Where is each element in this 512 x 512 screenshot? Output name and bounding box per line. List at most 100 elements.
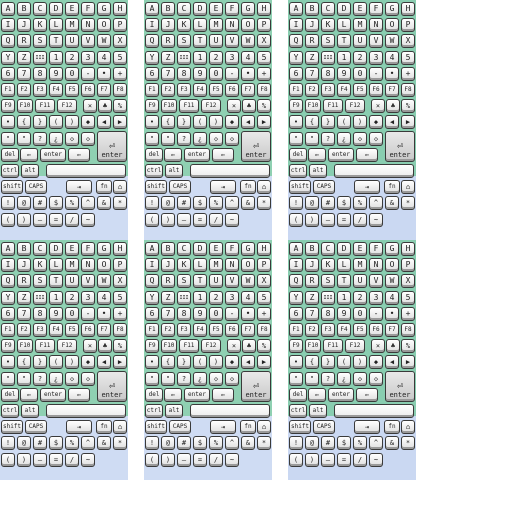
key-brackets-arrows-7[interactable]: ▶ [257,355,271,369]
key-bottom-symbols-2[interactable]: — [177,453,191,467]
key-letters-i-p-0[interactable]: I [1,18,15,32]
key-function-f9-f12-symbols-5[interactable]: ♣ [242,99,256,113]
key-letters-y-z-digits-4[interactable]: 2 [65,51,79,65]
key-letters-q-x-3[interactable]: T [193,274,207,288]
key-digits-symbols-1[interactable]: 7 [17,307,31,321]
key-digits-symbols-3[interactable]: 9 [193,307,207,321]
key-digits-symbols-3[interactable]: 9 [337,307,351,321]
key-letters-a-h-4[interactable]: E [65,242,79,256]
key-brackets-arrows-0[interactable]: • [145,115,159,129]
key-digits-symbols-5[interactable]: - [81,67,95,81]
key-shift-caps-2[interactable]: ⇥ [354,420,380,434]
key-special-symbols-1[interactable]: @ [17,196,31,210]
key-brackets-arrows-2[interactable]: } [33,115,47,129]
key-letters-i-p-0[interactable]: I [1,258,15,272]
key-function-f9-f12-symbols-0[interactable]: F9 [1,339,15,353]
key-letters-a-h-7[interactable]: H [257,242,271,256]
key-letters-q-x-6[interactable]: W [385,34,399,48]
key-function-f9-f12-symbols-6[interactable]: % [401,99,415,113]
key-letters-a-h-3[interactable]: D [337,242,351,256]
key-shift-caps-3[interactable]: fn [96,180,112,194]
key-function-f1-f8-7[interactable]: F8 [257,323,271,337]
key-editing-keys-3[interactable]: ⇐ [68,148,90,162]
key-digits-symbols-0[interactable]: 6 [1,67,15,81]
key-quotes-punctuation-4[interactable]: ◇ [353,132,367,146]
key-letters-a-h-0[interactable]: A [289,2,303,16]
key-special-symbols-7[interactable]: * [257,196,271,210]
key-function-f1-f8-2[interactable]: F3 [321,83,335,97]
key-function-f1-f8-1[interactable]: F2 [305,83,319,97]
key-function-f1-f8-5[interactable]: F6 [225,83,239,97]
key-special-symbols-6[interactable]: & [97,196,111,210]
key-editing-keys-2[interactable]: enter [184,388,210,402]
key-quotes-punctuation-0[interactable]: " [145,132,159,146]
key-shift-caps-3[interactable]: fn [240,180,256,194]
key-brackets-arrows-1[interactable]: { [161,115,175,129]
key-shift-caps-3[interactable]: fn [240,420,256,434]
key-brackets-arrows-1[interactable]: { [17,355,31,369]
key-shift-caps-1[interactable]: CAPS [169,420,191,434]
key-brackets-arrows-5[interactable]: ◆ [225,115,239,129]
key-letters-i-p-4[interactable]: M [65,18,79,32]
key-brackets-arrows-2[interactable]: } [321,355,335,369]
key-brackets-arrows-5[interactable]: ◆ [225,355,239,369]
key-letters-y-z-digits-2[interactable]: III [177,291,191,305]
key-function-f1-f8-0[interactable]: F1 [1,323,15,337]
key-letters-q-x-7[interactable]: X [401,274,415,288]
key-digits-symbols-7[interactable]: + [401,67,415,81]
key-editing-keys-3[interactable]: ⇐ [356,388,378,402]
key-quotes-punctuation-2[interactable]: ? [177,372,191,386]
key-brackets-arrows-7[interactable]: ▶ [257,115,271,129]
key-quotes-punctuation-1[interactable]: " [161,132,175,146]
key-special-symbols-5[interactable]: ^ [81,196,95,210]
key-function-f1-f8-0[interactable]: F1 [145,323,159,337]
key-shift-caps-2[interactable]: ⇥ [210,180,236,194]
key-special-symbols-7[interactable]: * [401,436,415,450]
key-function-f9-f12-symbols-3[interactable]: F12 [57,339,77,353]
key-quotes-punctuation-4[interactable]: ◇ [209,132,223,146]
key-brackets-arrows-7[interactable]: ▶ [113,115,127,129]
key-function-f1-f8-6[interactable]: F7 [241,323,255,337]
key-bottom-symbols-4[interactable]: / [65,453,79,467]
enter-big-key[interactable]: ⏎ enter [241,131,271,162]
enter-big-key[interactable]: ⏎ enter [241,371,271,402]
key-function-f9-f12-symbols-3[interactable]: F12 [201,339,221,353]
key-digits-symbols-7[interactable]: + [113,307,127,321]
key-letters-y-z-digits-1[interactable]: Z [161,51,175,65]
key-letters-y-z-digits-5[interactable]: 3 [369,291,383,305]
key-letters-q-x-2[interactable]: S [321,34,335,48]
key-special-symbols-1[interactable]: @ [305,436,319,450]
key-letters-a-h-1[interactable]: B [305,242,319,256]
key-letters-y-z-digits-7[interactable]: 5 [113,51,127,65]
key-editing-keys-0[interactable]: del [1,388,19,402]
key-special-symbols-5[interactable]: ^ [81,436,95,450]
key-shift-caps-1[interactable]: CAPS [313,180,335,194]
key-editing-keys-0[interactable]: del [145,388,163,402]
key-bottom-symbols-0[interactable]: ( [289,453,303,467]
key-brackets-arrows-4[interactable]: ) [65,355,79,369]
key-letters-y-z-digits-5[interactable]: 3 [81,51,95,65]
key-letters-q-x-2[interactable]: S [33,34,47,48]
key-letters-i-p-3[interactable]: L [337,258,351,272]
key-letters-a-h-4[interactable]: E [353,242,367,256]
key-function-f1-f8-7[interactable]: F8 [113,323,127,337]
key-letters-q-x-1[interactable]: R [17,34,31,48]
key-brackets-arrows-3[interactable]: ( [49,355,63,369]
key-brackets-arrows-6[interactable]: ◀ [97,355,111,369]
key-shift-caps-4[interactable]: ⌂ [257,420,271,434]
key-brackets-arrows-4[interactable]: ) [65,115,79,129]
key-letters-a-h-7[interactable]: H [401,2,415,16]
key-digits-symbols-6[interactable]: • [385,67,399,81]
key-brackets-arrows-2[interactable]: } [33,355,47,369]
key-function-f1-f8-4[interactable]: F5 [65,323,79,337]
key-function-f1-f8-5[interactable]: F6 [81,83,95,97]
space-bar[interactable] [46,164,126,178]
key-quotes-punctuation-0[interactable]: " [289,132,303,146]
key-function-f9-f12-symbols-2[interactable]: F11 [179,99,199,113]
key-letters-q-x-3[interactable]: T [193,34,207,48]
key-function-f1-f8-1[interactable]: F2 [17,323,31,337]
key-letters-i-p-5[interactable]: N [81,258,95,272]
key-editing-keys-3[interactable]: ⇐ [68,388,90,402]
key-letters-a-h-3[interactable]: D [49,242,63,256]
key-digits-symbols-0[interactable]: 6 [1,307,15,321]
